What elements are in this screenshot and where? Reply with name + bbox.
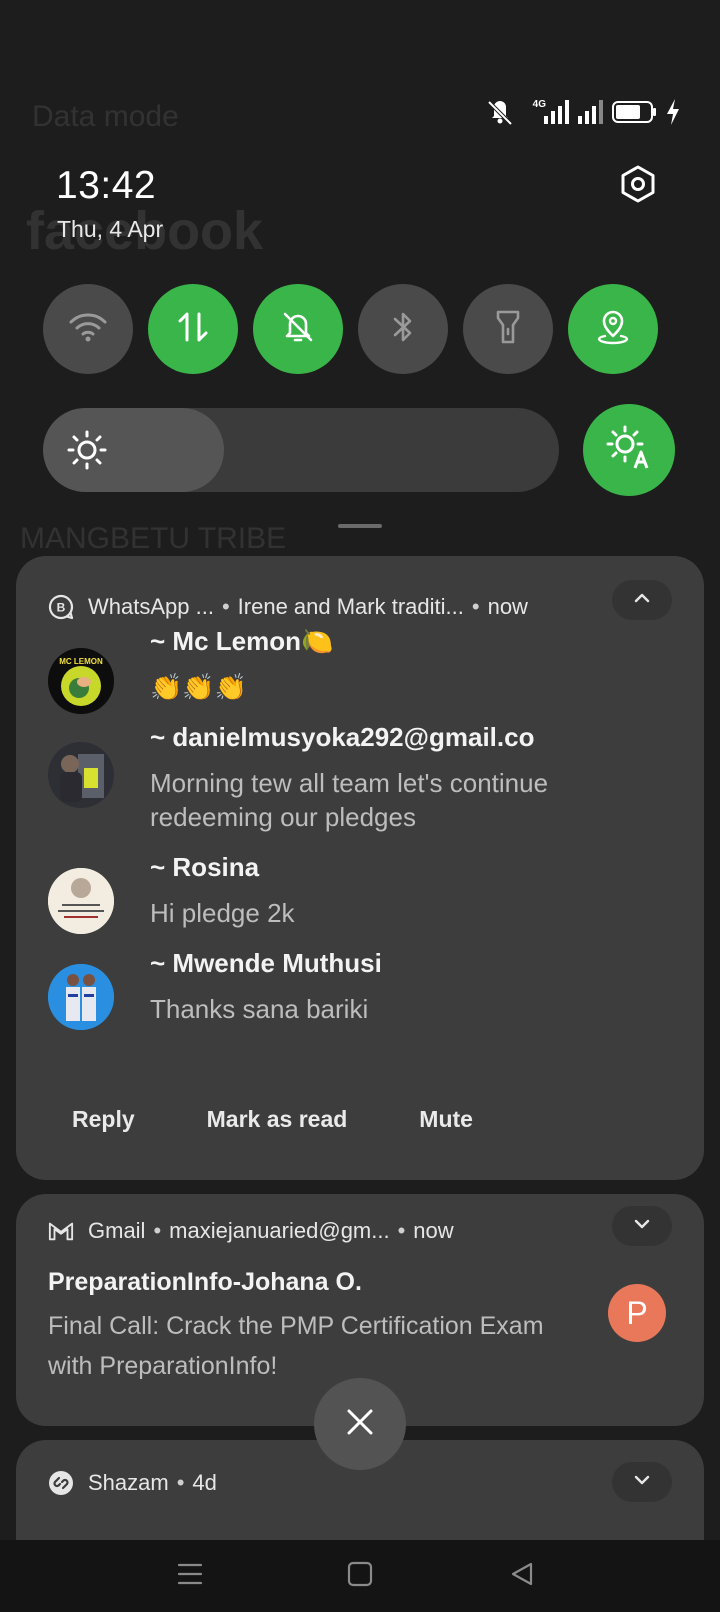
message-text: 👏👏👏: [150, 672, 248, 702]
shazam-icon: [48, 1470, 74, 1496]
background-group-title: MANGBETU TRIBE: [20, 522, 287, 555]
tile-silent[interactable]: [253, 284, 343, 374]
svg-text:B: B: [57, 601, 66, 615]
wifi-icon: [68, 310, 108, 349]
sender-avatar: P: [608, 1284, 666, 1342]
close-icon: [345, 1407, 375, 1442]
separator-dot: •: [397, 1218, 406, 1243]
charging-icon: [666, 99, 680, 125]
notification-header: Shazam • 4d: [48, 1466, 672, 1500]
clear-all-button[interactable]: [314, 1378, 406, 1470]
gmail-icon: [48, 1218, 74, 1244]
location-icon: [595, 309, 631, 350]
auto-brightness-icon: [605, 424, 653, 477]
notification-app-name: Gmail: [88, 1218, 146, 1243]
notification-header: Gmail • maxiejanuaried@gm... • now: [48, 1214, 672, 1248]
expand-button[interactable]: [612, 1462, 672, 1502]
navigation-bar: [0, 1540, 720, 1612]
settings-button[interactable]: [614, 162, 662, 210]
mark-as-read-button[interactable]: Mark as read: [207, 1096, 348, 1143]
notification-app-name: Shazam: [88, 1470, 169, 1495]
message-text: Thanks sana bariki: [150, 994, 369, 1024]
network-type-label: 4G: [532, 98, 546, 110]
message-sender: ~ Mwende Muthusi: [150, 948, 382, 978]
message-text: Hi pledge 2k: [150, 898, 295, 928]
reply-button[interactable]: Reply: [72, 1096, 135, 1143]
separator-dot: •: [221, 594, 230, 619]
bell-off-icon: [280, 309, 316, 350]
chevron-up-icon: [633, 591, 651, 609]
message-sender: ~ danielmusyoka292@gmail.co: [150, 722, 535, 752]
tile-bluetooth[interactable]: [358, 284, 448, 374]
chevron-down-icon: [633, 1473, 651, 1491]
recents-button[interactable]: [172, 1558, 208, 1594]
collapse-button[interactable]: [612, 580, 672, 620]
avatar: [48, 868, 114, 934]
brightness-slider[interactable]: [43, 408, 559, 492]
notification-time: 4d: [192, 1470, 217, 1495]
notification-header: B WhatsApp ... • Irene and Mark traditi.…: [48, 590, 672, 624]
home-button[interactable]: [342, 1558, 378, 1594]
notification-time: now: [487, 594, 528, 619]
bluetooth-icon: [390, 309, 416, 350]
expand-button[interactable]: [612, 1206, 672, 1246]
signal-icon: [578, 100, 604, 124]
tile-mobile-data[interactable]: [148, 284, 238, 374]
notification-time: now: [413, 1218, 454, 1243]
svg-text:MC LEMON: MC LEMON: [59, 657, 103, 666]
brightness-icon: [65, 428, 109, 472]
back-triangle-icon: [509, 1561, 535, 1592]
settings-icon: [618, 164, 658, 209]
clock-time: 13:42: [56, 164, 157, 207]
notification-actions: Reply Mark as read Mute: [72, 1096, 473, 1143]
message-sender: ~ Rosina: [150, 852, 260, 882]
notification-app-name: WhatsApp ...: [88, 594, 214, 619]
auto-brightness-button[interactable]: [583, 404, 675, 496]
notification-conversation: Irene and Mark traditi...: [237, 594, 464, 619]
avatar: [48, 742, 114, 808]
chevron-down-icon: [633, 1217, 651, 1235]
back-button[interactable]: [504, 1558, 540, 1594]
status-bar: 4G: [485, 96, 680, 128]
data-transfer-icon: [176, 310, 210, 349]
flashlight-icon: [494, 308, 522, 351]
message-sender: ~ Mc Lemon🍋: [150, 626, 334, 656]
notification-account: maxiejanuaried@gm...: [169, 1218, 390, 1243]
separator-dot: •: [471, 594, 480, 619]
signal-4g-icon: [544, 100, 570, 124]
background-data-mode-text: Data mode: [32, 100, 179, 133]
avatar: MC LEMON: [48, 648, 114, 714]
tile-location[interactable]: [568, 284, 658, 374]
mail-body: Final Call: Crack the PMP Certification …: [48, 1312, 544, 1380]
separator-dot: •: [176, 1470, 185, 1495]
date-label: Thu, 4 Apr: [57, 216, 164, 242]
mail-subject: PreparationInfo-Johana O.: [48, 1268, 362, 1296]
tile-wifi[interactable]: [43, 284, 133, 374]
drag-handle[interactable]: [338, 524, 382, 528]
separator-dot: •: [153, 1218, 162, 1243]
vibrate-off-icon: [485, 98, 515, 126]
whatsapp-notification[interactable]: B WhatsApp ... • Irene and Mark traditi.…: [16, 556, 704, 1180]
whatsapp-business-icon: B: [48, 594, 74, 620]
menu-icon: [177, 1562, 203, 1591]
tile-flashlight[interactable]: [463, 284, 553, 374]
battery-icon: [612, 100, 658, 124]
mute-button[interactable]: Mute: [419, 1096, 473, 1143]
message-text: Morning tew all team let's continue rede…: [150, 768, 549, 832]
home-square-icon: [347, 1561, 373, 1592]
avatar: [48, 964, 114, 1030]
